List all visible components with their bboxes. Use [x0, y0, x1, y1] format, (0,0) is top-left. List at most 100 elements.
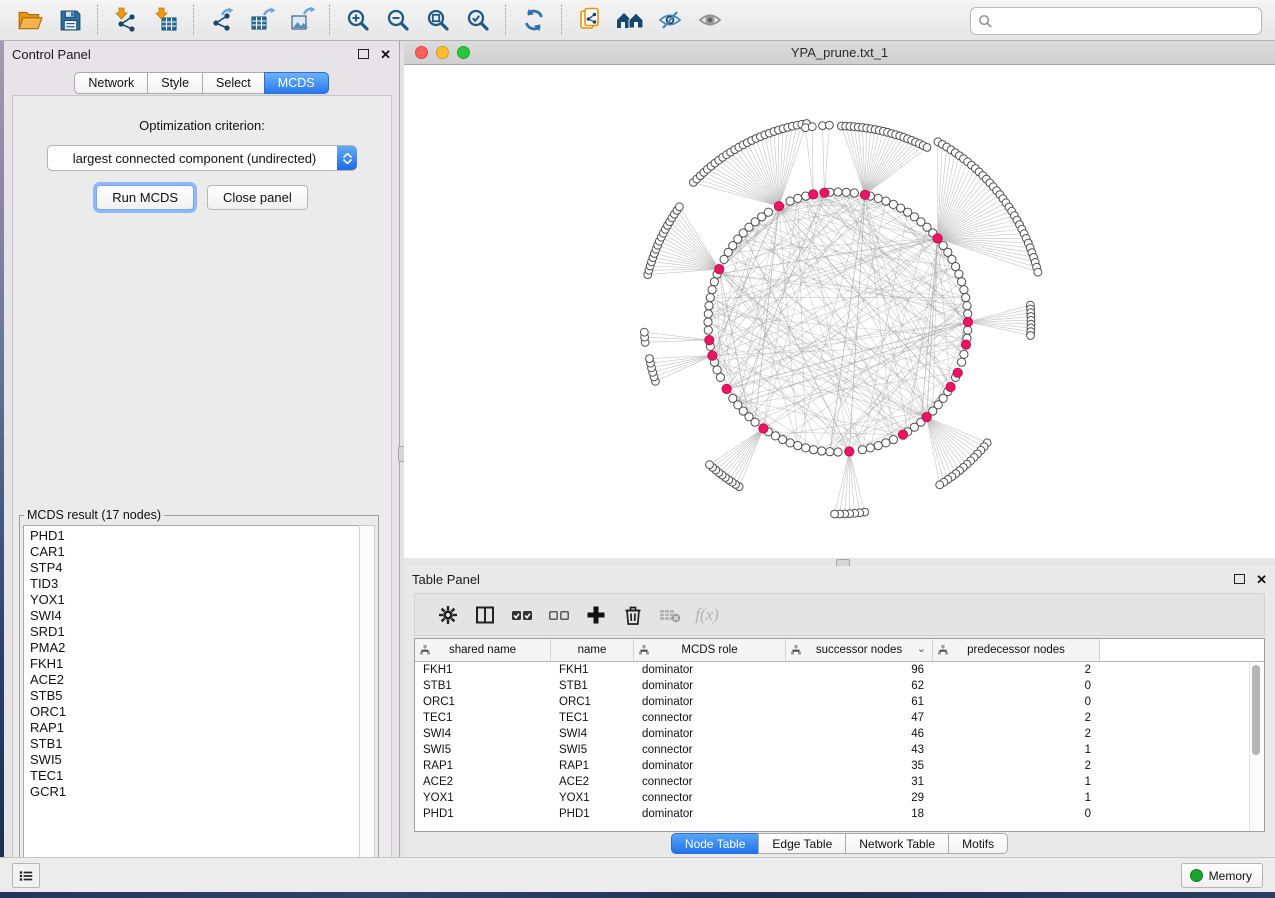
- delete-table-button[interactable]: [653, 598, 687, 632]
- dominator-node[interactable]: [715, 265, 724, 274]
- leaf-node[interactable]: [936, 481, 944, 489]
- mcds-result-list[interactable]: PHD1CAR1STP4TID3YOX1SWI4SRD1PMA2FKH1ACE2…: [23, 525, 361, 868]
- tab-network-table[interactable]: Network Table: [845, 833, 949, 854]
- zoom-fit-button[interactable]: [420, 3, 456, 37]
- mcds-result-item[interactable]: PMA2: [24, 640, 360, 656]
- dominator-node[interactable]: [705, 336, 714, 345]
- mcds-result-item[interactable]: PHD1: [24, 528, 360, 544]
- mcds-result-item[interactable]: SWI4: [24, 608, 360, 624]
- dominator-node[interactable]: [922, 413, 931, 422]
- refresh-view-button[interactable]: [516, 3, 552, 37]
- network-node[interactable]: [960, 286, 968, 294]
- export-table-button[interactable]: [244, 3, 280, 37]
- hide-graphics-details-button[interactable]: [652, 3, 688, 37]
- network-node[interactable]: [704, 326, 712, 334]
- show-graphics-details-button[interactable]: [692, 3, 728, 37]
- network-node[interactable]: [858, 446, 866, 454]
- table-options-button[interactable]: [431, 598, 465, 632]
- leaf-node[interactable]: [706, 461, 714, 469]
- network-node[interactable]: [834, 188, 842, 196]
- mcds-result-item[interactable]: STB5: [24, 688, 360, 704]
- column-header-predecessor-nodes[interactable]: predecessor nodes: [933, 639, 1100, 661]
- network-node[interactable]: [713, 366, 721, 374]
- dominator-node[interactable]: [820, 188, 829, 197]
- network-node[interactable]: [889, 436, 897, 444]
- network-node[interactable]: [964, 326, 972, 334]
- dominator-node[interactable]: [953, 368, 962, 377]
- delete-columns-button[interactable]: [616, 598, 650, 632]
- table-row[interactable]: PHD1PHD1dominator180: [415, 806, 1264, 822]
- dominator-node[interactable]: [722, 384, 731, 393]
- table-row[interactable]: TEC1TEC1connector472: [415, 710, 1264, 726]
- column-header-successor-nodes[interactable]: successor nodes⌄: [786, 639, 933, 661]
- dominator-node[interactable]: [963, 317, 972, 326]
- leaf-node[interactable]: [808, 123, 816, 131]
- network-node[interactable]: [958, 278, 966, 286]
- network-node[interactable]: [810, 446, 818, 454]
- network-node[interactable]: [866, 444, 874, 452]
- dominator-node[interactable]: [946, 382, 955, 391]
- network-node[interactable]: [958, 358, 966, 366]
- tab-style[interactable]: Style: [147, 72, 203, 94]
- column-header-MCDS-role[interactable]: MCDS role: [634, 639, 786, 661]
- zoom-selected-button[interactable]: [460, 3, 496, 37]
- network-node[interactable]: [955, 270, 963, 278]
- network-node[interactable]: [963, 302, 971, 310]
- network-node[interactable]: [850, 189, 858, 197]
- close-panel-icon[interactable]: ✕: [380, 48, 391, 61]
- table-row[interactable]: SWI5SWI5connector431: [415, 742, 1264, 758]
- network-node[interactable]: [708, 286, 716, 294]
- create-column-button[interactable]: [579, 598, 613, 632]
- mcds-result-item[interactable]: CAR1: [24, 544, 360, 560]
- tab-edge-table[interactable]: Edge Table: [758, 833, 846, 854]
- mcds-result-item[interactable]: TEC1: [24, 768, 360, 784]
- dominator-node[interactable]: [933, 234, 942, 243]
- home-button[interactable]: [612, 3, 648, 37]
- leaf-node[interactable]: [1034, 268, 1042, 276]
- table-scrollbar[interactable]: [1249, 662, 1263, 830]
- dominator-node[interactable]: [961, 340, 970, 349]
- network-node[interactable]: [874, 194, 882, 202]
- column-header-name[interactable]: name: [551, 639, 634, 661]
- network-node[interactable]: [842, 188, 850, 196]
- table-row[interactable]: RAP1RAP1dominator352: [415, 758, 1264, 774]
- mcds-result-item[interactable]: YOX1: [24, 592, 360, 608]
- network-node[interactable]: [874, 442, 882, 450]
- leaf-node[interactable]: [923, 144, 931, 152]
- network-node[interactable]: [962, 294, 970, 302]
- import-network-button[interactable]: [108, 3, 144, 37]
- task-history-button[interactable]: [12, 863, 40, 888]
- share-document-button[interactable]: [572, 3, 608, 37]
- leaf-node[interactable]: [640, 328, 648, 336]
- dominator-node[interactable]: [860, 190, 869, 199]
- mcds-result-item[interactable]: SRD1: [24, 624, 360, 640]
- horizontal-splitter[interactable]: [404, 558, 1275, 566]
- table-row[interactable]: YOX1YOX1connector291: [415, 790, 1264, 806]
- column-header-shared-name[interactable]: shared name: [415, 639, 551, 661]
- table-row[interactable]: ACE2ACE2connector311: [415, 774, 1264, 790]
- table-row[interactable]: SWI4SWI4dominator462: [415, 726, 1264, 742]
- network-node[interactable]: [882, 197, 890, 205]
- select-all-rows-button[interactable]: [505, 598, 539, 632]
- network-node[interactable]: [786, 439, 794, 447]
- save-session-button[interactable]: [52, 3, 88, 37]
- table-row[interactable]: FKH1FKH1dominator962: [415, 662, 1264, 678]
- network-window-titlebar[interactable]: YPA_prune.txt_1: [404, 41, 1275, 65]
- toggle-columns-button[interactable]: [468, 598, 502, 632]
- network-node[interactable]: [729, 394, 737, 402]
- network-node[interactable]: [964, 310, 972, 318]
- mcds-result-item[interactable]: FKH1: [24, 656, 360, 672]
- leaf-node[interactable]: [831, 510, 839, 518]
- function-builder-button[interactable]: f(x): [690, 598, 724, 632]
- network-node[interactable]: [952, 263, 960, 271]
- network-node[interactable]: [705, 302, 713, 310]
- network-node[interactable]: [834, 448, 842, 456]
- open-session-button[interactable]: [12, 3, 48, 37]
- tab-mcds[interactable]: MCDS: [264, 72, 329, 94]
- dominator-node[interactable]: [759, 424, 768, 433]
- leaf-node[interactable]: [1027, 332, 1035, 340]
- dominator-node[interactable]: [898, 430, 907, 439]
- leaf-node[interactable]: [676, 203, 684, 211]
- network-node[interactable]: [826, 448, 834, 456]
- search-input[interactable]: [997, 10, 1261, 32]
